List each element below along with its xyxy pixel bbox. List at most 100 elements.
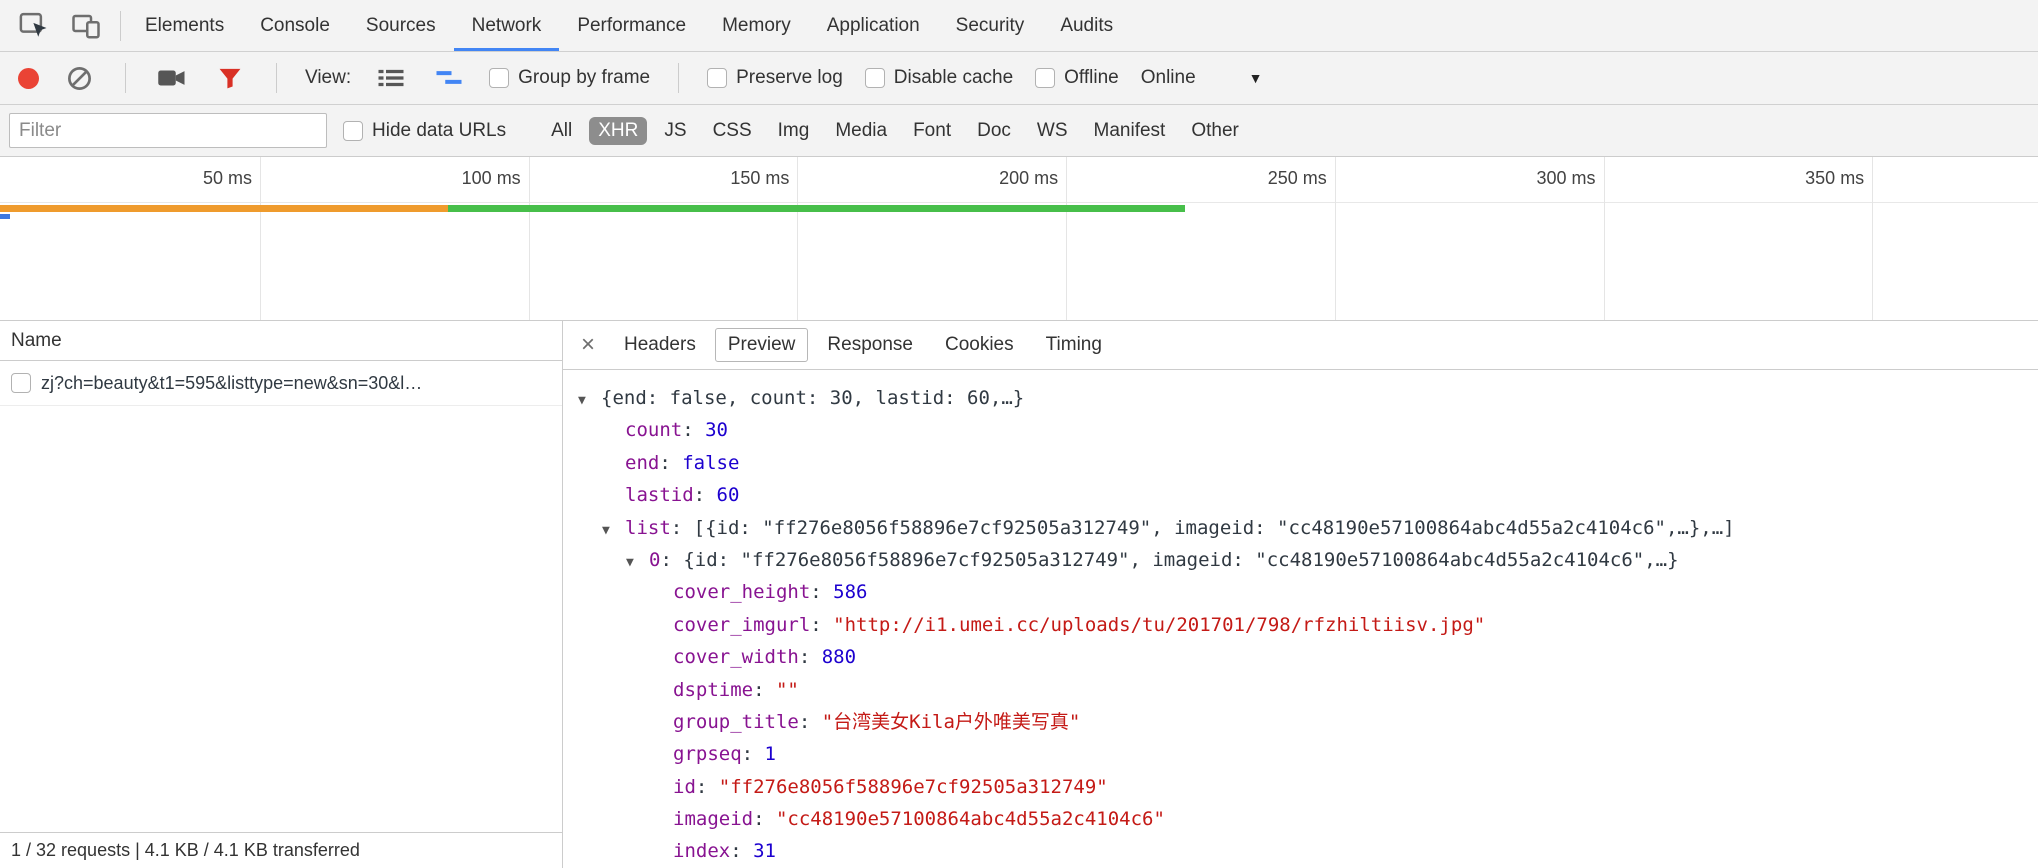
timeline-tick-label: 100 ms <box>462 168 521 189</box>
devtools-window: ElementsConsoleSourcesNetworkPerformance… <box>0 0 2038 868</box>
json-key: imageid <box>673 808 753 830</box>
detail-tab-list: HeadersPreviewResponseCookiesTiming <box>611 328 1115 362</box>
detail-tab-cookies[interactable]: Cookies <box>932 328 1027 362</box>
tab-sources[interactable]: Sources <box>348 0 454 51</box>
detail-tab-timing[interactable]: Timing <box>1033 328 1115 362</box>
checkbox-box[interactable] <box>489 68 509 88</box>
filter-type-doc[interactable]: Doc <box>968 117 1020 145</box>
filter-type-img[interactable]: Img <box>769 117 819 145</box>
offline-checkbox[interactable]: Offline <box>1035 67 1119 89</box>
json-key: 0 <box>649 549 660 571</box>
tab-audits[interactable]: Audits <box>1042 0 1131 51</box>
json-number: 880 <box>822 646 856 668</box>
timeline-gridline <box>1604 157 1605 320</box>
json-text: {end: false, count: 30, lastid: 60,…} <box>601 387 1024 409</box>
checkbox-label: Group by frame <box>518 67 650 89</box>
tab-console[interactable]: Console <box>242 0 348 51</box>
checkbox-box[interactable] <box>865 68 885 88</box>
inspect-element-icon[interactable] <box>16 8 52 44</box>
name-column-header[interactable]: Name <box>0 321 562 361</box>
small-rows-view-icon[interactable] <box>373 60 409 96</box>
throttling-value: Online <box>1141 67 1196 89</box>
checkbox-box[interactable] <box>343 121 363 141</box>
json-number: false <box>682 452 739 474</box>
request-name: zj?ch=beauty&t1=595&listtype=new&sn=30&l… <box>41 373 422 394</box>
hide-data-urls-checkbox[interactable]: Hide data URLs <box>343 120 506 142</box>
divider <box>120 11 121 41</box>
request-row[interactable]: zj?ch=beauty&t1=595&listtype=new&sn=30&l… <box>0 361 562 406</box>
group-by-frame-checkbox[interactable]: Group by frame <box>489 67 650 89</box>
filter-type-font[interactable]: Font <box>904 117 960 145</box>
throttling-select[interactable]: Online ▼ <box>1141 67 1263 89</box>
status-bar: 1 / 32 requests | 4.1 KB / 4.1 KB transf… <box>0 832 562 868</box>
checkbox-label: Preserve log <box>736 67 843 89</box>
capture-screenshots-icon[interactable] <box>154 60 190 96</box>
checkbox-box[interactable] <box>1035 68 1055 88</box>
json-text: : <box>659 452 682 474</box>
filter-type-media[interactable]: Media <box>826 117 896 145</box>
waterfall-bar <box>0 205 448 212</box>
filter-type-ws[interactable]: WS <box>1028 117 1077 145</box>
filter-type-xhr[interactable]: XHR <box>589 117 647 145</box>
filter-type-js[interactable]: JS <box>655 117 695 145</box>
filter-type-other[interactable]: Other <box>1182 117 1248 145</box>
tab-network[interactable]: Network <box>454 0 560 51</box>
network-filter-bar: Hide data URLs All XHR JS CSS ImgMedia Font Do… <box>0 105 2038 157</box>
timeline-tick-label: 300 ms <box>1536 168 1595 189</box>
tab-elements[interactable]: Elements <box>127 0 242 51</box>
timeline-gridline <box>260 157 261 320</box>
filter-input[interactable] <box>9 113 327 148</box>
tab-memory[interactable]: Memory <box>704 0 809 51</box>
timeline-overview[interactable]: 50 ms100 ms150 ms200 ms250 ms300 ms350 m… <box>0 157 2038 321</box>
device-toolbar-icon[interactable] <box>68 8 104 44</box>
detail-tab-preview[interactable]: Preview <box>715 328 809 362</box>
tree-expand-arrow[interactable]: ▼ <box>578 385 601 417</box>
json-text: : {id: "ff276e8056f58896e7cf92505a312749… <box>660 549 1678 571</box>
preview-pane[interactable]: ▼{end: false, count: 30, lastid: 60,…}co… <box>563 370 2038 868</box>
disable-cache-checkbox[interactable]: Disable cache <box>865 67 1013 89</box>
preview-tree-row: end: false <box>563 447 2038 479</box>
preview-tree-row[interactable]: ▼list: [{id: "ff276e8056f58896e7cf92505a… <box>563 512 2038 544</box>
timeline-tick-label: 350 ms <box>1805 168 1864 189</box>
filter-icon[interactable] <box>212 60 248 96</box>
json-key: index <box>673 840 730 862</box>
waterfall-bar <box>448 205 1185 212</box>
preview-tree-row[interactable]: ▼0: {id: "ff276e8056f58896e7cf92505a3127… <box>563 544 2038 576</box>
json-text: : <box>730 840 753 862</box>
checkbox-box[interactable] <box>707 68 727 88</box>
preview-tree-row: dsptime: "" <box>563 674 2038 706</box>
json-string: "cc48190e57100864abc4d55a2c4104c6" <box>776 808 1165 830</box>
tab-performance[interactable]: Performance <box>559 0 704 51</box>
json-key: list <box>625 517 671 539</box>
json-text: : <box>742 743 765 765</box>
json-number: 31 <box>753 840 776 862</box>
detail-tab-response[interactable]: Response <box>814 328 926 362</box>
request-checkbox[interactable] <box>11 373 31 393</box>
timeline-gridline <box>1335 157 1336 320</box>
tree-expand-arrow[interactable]: ▼ <box>602 515 625 547</box>
json-key: group_title <box>673 711 799 733</box>
preview-tree-row[interactable]: ▼{end: false, count: 30, lastid: 60,…} <box>563 382 2038 414</box>
devtools-tab-strip: ElementsConsoleSourcesNetworkPerformance… <box>127 0 1131 51</box>
json-number: 30 <box>705 419 728 441</box>
filter-type-all[interactable]: All <box>542 117 581 145</box>
json-key: cover_width <box>673 646 799 668</box>
tab-application[interactable]: Application <box>809 0 938 51</box>
tab-security[interactable]: Security <box>938 0 1043 51</box>
json-number: 60 <box>717 484 740 506</box>
clear-icon[interactable] <box>61 60 97 96</box>
preserve-log-checkbox[interactable]: Preserve log <box>707 67 843 89</box>
record-icon[interactable] <box>18 68 39 89</box>
tree-expand-arrow[interactable]: ▼ <box>626 547 649 579</box>
checkbox-label: Hide data URLs <box>372 120 506 142</box>
json-key: cover_imgurl <box>673 614 810 636</box>
timeline-gridline <box>797 157 798 320</box>
close-icon[interactable]: × <box>571 328 605 362</box>
detail-tab-headers[interactable]: Headers <box>611 328 709 362</box>
divider <box>125 63 126 93</box>
json-text: : <box>799 646 822 668</box>
json-text: : <box>753 808 776 830</box>
filter-type-css[interactable]: CSS <box>704 117 761 145</box>
filter-type-manifest[interactable]: Manifest <box>1085 117 1175 145</box>
waterfall-view-icon[interactable] <box>431 60 467 96</box>
